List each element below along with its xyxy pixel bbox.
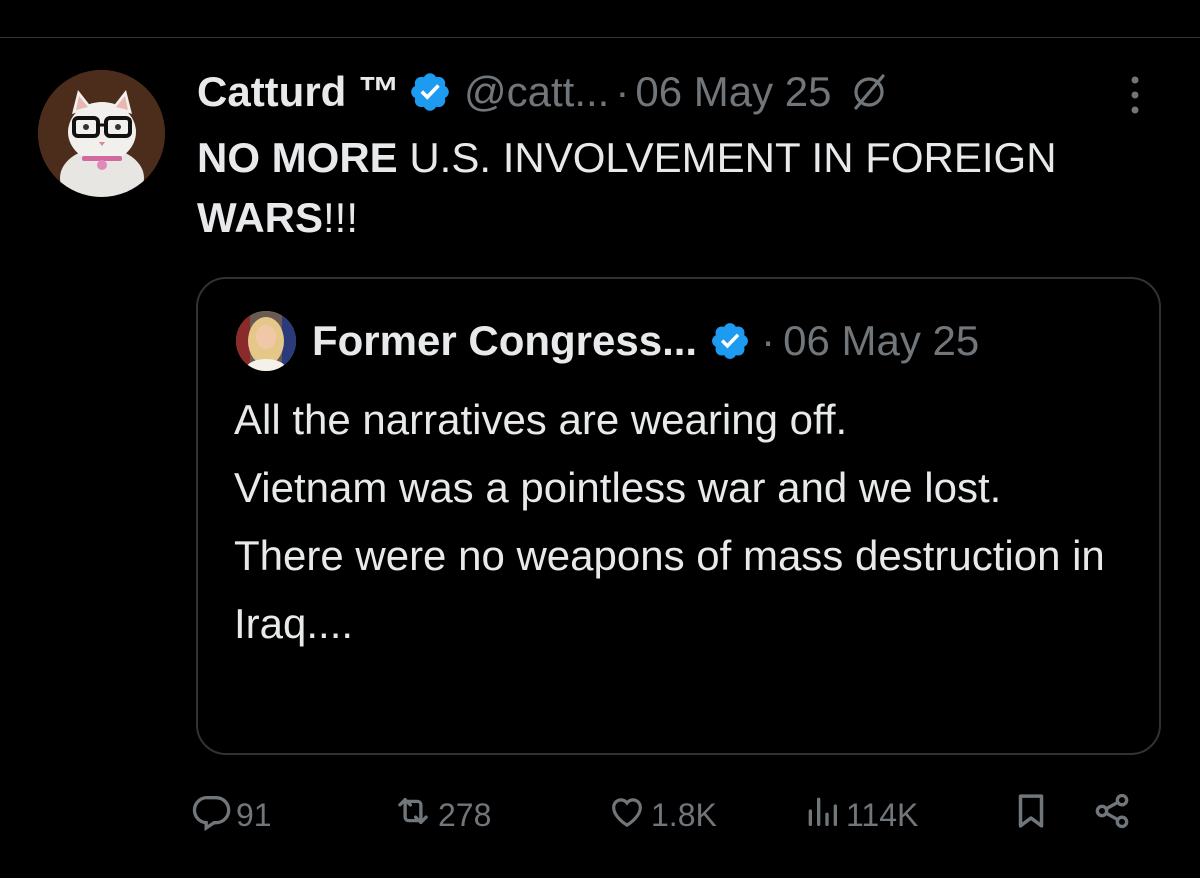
quote-date[interactable]: 06 May 25: [783, 317, 979, 365]
action-bar: 91 278 1.8K 114K: [192, 790, 1152, 840]
quote-header: Former Congress... · 06 May 25: [312, 311, 979, 371]
tweet-date[interactable]: 06 May 25: [635, 68, 831, 116]
verified-badge-icon: [709, 320, 751, 362]
bookmark-icon: [1010, 790, 1052, 840]
author-avatar[interactable]: [38, 70, 165, 197]
tweet-text-part: WARS: [197, 194, 323, 241]
reply-icon: [192, 791, 232, 839]
quote-author-avatar[interactable]: [236, 311, 296, 371]
quote-text: All the narratives are wearing off. Viet…: [234, 396, 1105, 647]
bookmark-button[interactable]: [1010, 790, 1052, 840]
quote-author-display-name[interactable]: Former Congress...: [312, 317, 697, 365]
separator-dot: ·: [761, 317, 776, 364]
more-vertical-icon[interactable]: [1120, 70, 1150, 120]
like-count: 1.8K: [651, 796, 717, 833]
reply-count: 91: [236, 796, 272, 833]
author-handle[interactable]: @catt...: [464, 68, 609, 116]
tweet-text-part: NO MORE: [197, 134, 398, 181]
share-icon: [1092, 791, 1132, 839]
tweet-text: NO MORE U.S. INVOLVEMENT IN FOREIGN WARS…: [197, 128, 1097, 248]
heart-icon: [607, 791, 647, 839]
author-display-name[interactable]: Catturd ™: [197, 68, 400, 116]
quote-avatar-image: [236, 311, 296, 371]
cat-avatar-image: [38, 70, 165, 197]
views-count: 114K: [846, 796, 919, 833]
tweet-text-part: !!!: [323, 194, 359, 241]
grok-icon[interactable]: [849, 72, 889, 112]
separator-dot: ·: [615, 68, 630, 115]
tweet-text-part: U.S. INVOLVEMENT IN FOREIGN: [397, 134, 1057, 181]
share-button[interactable]: [1092, 790, 1132, 840]
repost-button[interactable]: 278: [392, 790, 491, 840]
tweet-header: Catturd ™ @catt... · 06 May 25: [197, 62, 889, 122]
reply-button[interactable]: 91: [192, 790, 272, 840]
views-icon: [802, 791, 842, 839]
repost-icon: [392, 790, 434, 840]
quote-tweet-card[interactable]: Former Congress... · 06 May 25 All the n…: [196, 277, 1161, 755]
repost-count: 278: [438, 796, 492, 833]
views-button[interactable]: 114K: [802, 790, 918, 840]
verified-badge-icon: [408, 70, 452, 114]
like-button[interactable]: 1.8K: [607, 790, 717, 840]
top-divider: [0, 37, 1200, 38]
